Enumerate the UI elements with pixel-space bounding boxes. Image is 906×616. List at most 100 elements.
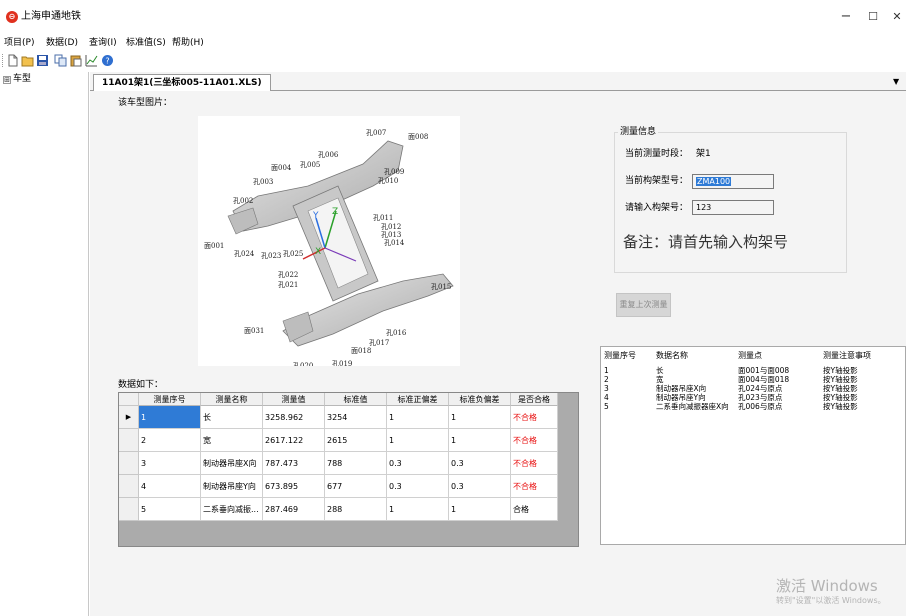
list-header-name[interactable]: 数据名称: [656, 351, 688, 361]
minimize-button[interactable]: −: [831, 6, 861, 28]
grid-cell[interactable]: 3258.962: [263, 406, 325, 429]
list-cell[interactable]: 面004与面018: [738, 375, 789, 384]
help-icon[interactable]: ?: [101, 54, 114, 67]
list-cell[interactable]: 按Y轴投影: [823, 366, 858, 375]
grid-cell[interactable]: 4: [139, 475, 201, 498]
document-tab[interactable]: 11A01架1(三坐标005-11A01.XLS): [93, 74, 271, 91]
new-file-icon[interactable]: [6, 54, 19, 67]
grid-column-header[interactable]: 测量名称: [201, 393, 263, 406]
copy-icon[interactable]: [54, 54, 67, 67]
grid-column-header[interactable]: 测量值: [263, 393, 325, 406]
grid-cell[interactable]: 不合格: [511, 475, 558, 498]
grid-cell[interactable]: 二系垂向减振...: [201, 498, 263, 521]
list-cell[interactable]: 按Y轴投影: [823, 375, 858, 384]
grid-cell[interactable]: 长: [201, 406, 263, 429]
frame-model-field[interactable]: ZMA100: [692, 174, 774, 189]
list-cell[interactable]: 孔024与原点: [738, 384, 782, 393]
frame-model-value: ZMA100: [696, 177, 732, 186]
grid-row-header[interactable]: [119, 498, 139, 521]
chart-icon[interactable]: [85, 54, 98, 67]
grid-column-header[interactable]: 标准负偏差: [449, 393, 511, 406]
list-cell[interactable]: 面001与面008: [738, 366, 789, 375]
list-header-point[interactable]: 测量点: [738, 351, 762, 361]
grid-cell[interactable]: 0.3: [387, 475, 449, 498]
grid-column-header[interactable]: 标准正偏差: [387, 393, 449, 406]
repeat-last-measurement-button[interactable]: 重复上次测量: [616, 293, 671, 317]
current-time-value: 架1: [696, 149, 711, 159]
list-cell[interactable]: 3: [604, 384, 609, 393]
list-cell[interactable]: 1: [604, 366, 609, 375]
grid-cell[interactable]: 制动器吊座X向: [201, 452, 263, 475]
tree-item-model[interactable]: 车型: [13, 73, 31, 85]
bogie-frame-drawing: Y Z X 孔007 面008 孔006 孔005 面004 孔009孔010 孔003 孔0…: [204, 129, 454, 370]
grid-row-header[interactable]: [119, 429, 139, 452]
grid-cell[interactable]: 1: [387, 406, 449, 429]
grid-cell[interactable]: 宽: [201, 429, 263, 452]
grid-column-header[interactable]: 标准值: [325, 393, 387, 406]
menu-project[interactable]: 项目(P): [4, 36, 34, 50]
grid-cell[interactable]: 0.3: [449, 475, 511, 498]
list-cell[interactable]: 二系垂向减振器座X向: [656, 402, 729, 411]
list-cell[interactable]: 按Y轴投影: [823, 402, 858, 411]
grid-cell[interactable]: 1: [139, 406, 201, 429]
grid-cell[interactable]: 0.3: [449, 452, 511, 475]
toolbar: [0, 52, 906, 70]
grid-column-header[interactable]: 是否合格: [511, 393, 558, 406]
list-cell[interactable]: 2: [604, 375, 609, 384]
paste-icon[interactable]: [69, 54, 82, 67]
grid-cell[interactable]: 1: [449, 498, 511, 521]
grid-cell[interactable]: 1: [387, 498, 449, 521]
grid-cell[interactable]: 288: [325, 498, 387, 521]
grid-cell[interactable]: 787.473: [263, 452, 325, 475]
save-icon[interactable]: [36, 54, 49, 67]
list-cell[interactable]: 长: [656, 366, 664, 375]
grid-row-header[interactable]: [119, 475, 139, 498]
list-cell[interactable]: 4: [604, 393, 609, 402]
menu-query[interactable]: 查询(I): [89, 36, 117, 50]
grid-cell[interactable]: 1: [449, 406, 511, 429]
menu-data[interactable]: 数据(D): [46, 36, 78, 50]
grid-cell[interactable]: 3: [139, 452, 201, 475]
list-header-seq[interactable]: 测量序号: [604, 351, 636, 361]
grid-cell[interactable]: 不合格: [511, 452, 558, 475]
grid-cell[interactable]: 3254: [325, 406, 387, 429]
grid-cell[interactable]: 788: [325, 452, 387, 475]
grid-cell[interactable]: 1: [449, 429, 511, 452]
frame-number-input[interactable]: 123: [692, 200, 774, 215]
window-title: 上海申通地铁: [21, 11, 81, 22]
list-cell[interactable]: 制动器吊座Y向: [656, 393, 706, 402]
grid-cell[interactable]: 0.3: [387, 452, 449, 475]
list-cell[interactable]: 宽: [656, 375, 664, 384]
grid-cell[interactable]: 不合格: [511, 406, 558, 429]
list-header-notes[interactable]: 测量注意事项: [823, 351, 871, 361]
grid-row-header[interactable]: ▶: [119, 406, 139, 429]
grid-corner-header[interactable]: [119, 393, 139, 406]
grid-cell[interactable]: 677: [325, 475, 387, 498]
grid-cell[interactable]: 287.469: [263, 498, 325, 521]
grid-column-header[interactable]: 测量序号: [139, 393, 201, 406]
list-cell[interactable]: 按Y轴投影: [823, 384, 858, 393]
grid-cell[interactable]: 5: [139, 498, 201, 521]
menu-standard[interactable]: 标准值(S): [126, 36, 166, 50]
grid-cell[interactable]: 673.895: [263, 475, 325, 498]
grid-cell[interactable]: 合格: [511, 498, 558, 521]
grid-row-header[interactable]: [119, 452, 139, 475]
grid-cell[interactable]: 2615: [325, 429, 387, 452]
grid-cell[interactable]: 不合格: [511, 429, 558, 452]
list-cell[interactable]: 5: [604, 402, 609, 411]
tree-expand-icon[interactable]: ⊞: [3, 76, 11, 84]
grid-cell[interactable]: 制动器吊座Y向: [201, 475, 263, 498]
menu-help[interactable]: 帮助(H): [172, 36, 204, 50]
list-cell[interactable]: 按Y轴投影: [823, 393, 858, 402]
current-time-label: 当前测量时段：: [625, 149, 689, 159]
open-folder-icon[interactable]: [21, 54, 34, 67]
list-cell[interactable]: 孔023与原点: [738, 393, 782, 402]
grid-cell[interactable]: 1: [387, 429, 449, 452]
axis-y-label: Y: [312, 211, 319, 221]
list-cell[interactable]: 孔006与原点: [738, 402, 782, 411]
grid-cell[interactable]: 2617.122: [263, 429, 325, 452]
list-cell[interactable]: 制动器吊座X向: [656, 384, 706, 393]
tab-dropdown-icon[interactable]: ▼: [893, 77, 899, 86]
grid-cell[interactable]: 2: [139, 429, 201, 452]
close-button[interactable]: ✕: [882, 6, 906, 28]
